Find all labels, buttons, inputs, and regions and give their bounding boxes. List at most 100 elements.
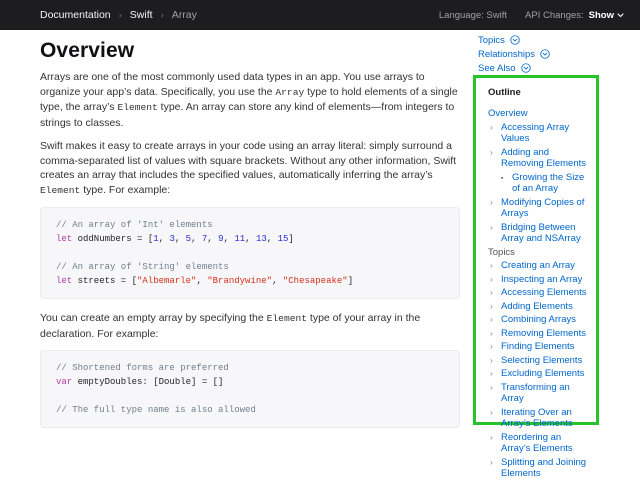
outline-bullet-icon: › [490, 381, 493, 392]
code-token: 15 [277, 234, 289, 244]
outline-item-label: Topics [488, 246, 515, 258]
language-selector[interactable]: Language: Swift [439, 10, 507, 21]
code-token: let [56, 276, 73, 286]
code-token: streets = [ [72, 276, 138, 286]
code-token: , [196, 276, 208, 286]
outline-bullet-icon: › [490, 146, 493, 157]
outline-item-overview[interactable]: Overview [488, 108, 590, 120]
code-token: 13 [255, 234, 267, 244]
outline-bullet-icon: › [490, 121, 493, 132]
section-toggle-topics[interactable]: Topics [478, 33, 550, 47]
code-line: // Shortened forms are preferred [56, 361, 444, 375]
outline-item-combining-arrays[interactable]: › Combining Arrays [488, 314, 590, 326]
code-line: // An array of 'Int' elements [56, 218, 444, 232]
code-token: , [223, 234, 235, 244]
code-token: , [174, 234, 186, 244]
outline-bullet-icon: › [490, 287, 493, 297]
outline-item-label: Accessing Array Values [501, 121, 570, 145]
api-changes-toggle[interactable]: Show [589, 10, 624, 21]
outline-item-creating-an-array[interactable]: › Creating an Array [488, 260, 590, 272]
code-line: let streets = ["Albemarle", "Brandywine"… [56, 274, 444, 288]
breadcrumb-documentation[interactable]: Documentation [40, 9, 111, 21]
code-token: , [272, 276, 283, 286]
outline-bullet-icon: › [490, 314, 493, 324]
code-token: // The full type name is also allowed [56, 405, 256, 415]
inline-code: Element [117, 102, 158, 113]
overview-paragraph-1: Arrays are one of the most commonly used… [40, 70, 460, 130]
outline-bullet-icon: › [490, 273, 493, 284]
outline-item-label: Iterating Over an Array’s Elements [501, 406, 573, 430]
outline-item-accessing-array-values[interactable]: › Accessing Array Values [488, 122, 590, 145]
outline-item-label: Reordering an Array’s Elements [501, 431, 573, 455]
code-token: , [245, 234, 256, 244]
outline-bullet-icon: › [490, 368, 493, 378]
outline-bullet-icon: › [490, 456, 493, 467]
api-changes-control: API Changes: Show [525, 10, 624, 21]
outline-item-inspecting-an-array[interactable]: › Inspecting an Array [488, 274, 590, 286]
outline-item-label: Accessing Elements [501, 287, 587, 298]
outline-list: Overview › Accessing Array Values › Adding a… [488, 108, 590, 480]
outline-item-label: Splitting and Joining Elements [501, 456, 587, 480]
outline-bullet-icon: › [490, 406, 493, 417]
section-collapse-links: Topics Relationships See Also [478, 33, 550, 75]
breadcrumb-separator: › [118, 9, 122, 21]
outline-bullet-icon: › [490, 431, 493, 442]
page-title: Overview [40, 39, 135, 62]
code-token: , [158, 234, 170, 244]
api-changes-toggle-label: Show [588, 9, 614, 21]
code-token: , [266, 234, 278, 244]
api-changes-label: API Changes: [525, 9, 584, 21]
code-token: "Chesapeake" [282, 276, 348, 286]
outline-item-selecting-elements[interactable]: › Selecting Elements [488, 355, 590, 367]
inline-code: Element [40, 184, 81, 196]
code-token: let [56, 234, 73, 244]
outline-item-splitting-and-joining-elements[interactable]: › Splitting and Joining Elements [488, 457, 590, 480]
outline-item-accessing-elements[interactable]: › Accessing Elements [488, 287, 590, 299]
code-token: // Shortened forms are preferred [56, 363, 229, 373]
outline-item-label: Overview [488, 108, 528, 119]
code-token: // An array of 'String' elements [56, 262, 229, 272]
outline-item-label: Selecting Elements [501, 354, 583, 366]
code-token: "Albemarle" [137, 276, 197, 286]
code-token: 11 [234, 234, 246, 244]
outline-item-growing-the-size-of-an-array[interactable]: ▪ Growing the Size of an Array [488, 172, 590, 195]
outline-header-topics: Topics [488, 247, 590, 259]
outline-item-modifying-copies-of-arrays[interactable]: › Modifying Copies of Arrays [488, 197, 590, 220]
outline-item-bridging-between-array-and-nsarray[interactable]: › Bridging Between Array and NSArray [488, 222, 590, 245]
outline-item-label: Creating an Array [501, 260, 575, 271]
section-toggle-label: Topics [478, 34, 505, 46]
code-block-array-literals: // An array of 'Int' elements let oddNumb… [40, 207, 460, 299]
outline-item-label: Adding and Removing Elements [501, 146, 587, 170]
outline-item-excluding-elements[interactable]: › Excluding Elements [488, 368, 590, 380]
code-token: oddNumbers = [ [72, 234, 154, 244]
breadcrumb-separator: › [160, 9, 164, 21]
chevron-circle-icon [540, 49, 550, 59]
outline-item-removing-elements[interactable]: › Removing Elements [488, 328, 590, 340]
outline-panel-highlighted: Outline Overview › Accessing Array Values ›… [473, 75, 599, 479]
nav-right-controls: Language: Swift API Changes: Show [439, 10, 624, 21]
outline-bullet-icon: › [490, 196, 493, 207]
breadcrumb-swift[interactable]: Swift [130, 9, 153, 21]
outline-bullet-icon: › [490, 341, 493, 351]
code-line: let oddNumbers = [1, 3, 5, 7, 9, 11, 13,… [56, 232, 444, 246]
outline-title: Outline [488, 87, 521, 98]
outline-item-transforming-an-array[interactable]: › Transforming an Array [488, 382, 590, 405]
code-block-empty-array: // Shortened forms are preferred var empt… [40, 350, 460, 428]
section-toggle-relationships[interactable]: Relationships [478, 47, 550, 61]
outline-item-adding-and-removing-elements[interactable]: › Adding and Removing Elements [488, 147, 590, 170]
section-toggle-label: Relationships [478, 48, 536, 60]
section-toggle-see-also[interactable]: See Also [478, 61, 550, 75]
overview-paragraph-2: Swift makes it easy to create arrays in … [40, 139, 460, 198]
outline-bullet-icon: › [490, 260, 493, 270]
outline-item-label: Adding Elements [501, 300, 573, 312]
outline-item-adding-elements[interactable]: › Adding Elements [488, 301, 590, 313]
code-token: var [56, 377, 73, 387]
outline-item-reordering-an-array-s-elements[interactable]: › Reordering an Array’s Elements [488, 432, 590, 455]
text-run: type. For example: [80, 183, 171, 196]
code-token: , [207, 234, 219, 244]
outline-item-finding-elements[interactable]: › Finding Elements [488, 341, 590, 353]
code-token: , [191, 234, 202, 244]
outline-item-iterating-over-an-array-s-elements[interactable]: › Iterating Over an Array’s Elements [488, 407, 590, 430]
overview-paragraph-3: You can create an empty array by specify… [40, 311, 460, 341]
outline-item-label: Excluding Elements [501, 368, 585, 379]
